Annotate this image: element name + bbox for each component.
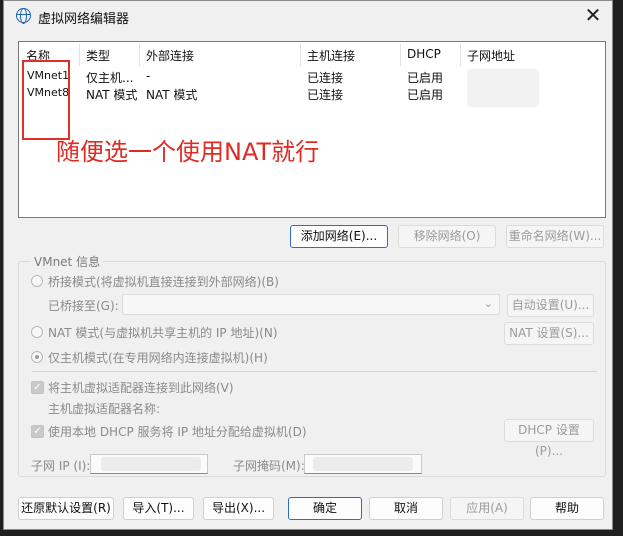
virtual-network-editor-window: 虚拟网络编辑器 ✕ 名称 类型 外部连接 主机连接 DHCP 子网地址 VMne… [3,0,613,530]
row-host: 已连接 [307,71,344,85]
annotation-text: 随便选一个使用NAT就行 [56,138,320,166]
column-header-host[interactable]: 主机连接 [307,47,355,65]
nat-mode-label: NAT 模式(与虚拟机共享主机的 IP 地址)(N) [48,326,278,340]
divider [32,371,597,372]
row-host: 已连接 [307,88,344,102]
remove-network-button[interactable]: 移除网络(O) [398,225,496,248]
redacted-subnet-addresses [467,69,539,107]
vmnet-info-title: VMnet 信息 [31,253,104,270]
host-only-mode-label: 仅主机模式(在专用网络内连接虚拟机)(H) [48,351,268,365]
bridged-to-select[interactable]: ⌄ [122,294,500,315]
background-edge [613,0,623,536]
adapter-name-label: 主机虚拟适配器名称: [48,402,161,416]
use-dhcp-label: 使用本地 DHCP 服务将 IP 地址分配给虚拟机(D) [48,425,307,439]
column-separator [460,44,461,66]
row-external: NAT 模式 [146,88,198,102]
ok-button[interactable]: 确定 [288,497,362,520]
cancel-button[interactable]: 取消 [369,497,443,520]
chevron-down-icon: ⌄ [483,297,493,310]
help-button[interactable]: 帮助 [530,497,604,520]
subnet-mask-input[interactable] [304,454,422,474]
host-only-mode-radio[interactable] [31,351,43,363]
import-button[interactable]: 导入(T)... [123,497,194,520]
row-type: NAT 模式 [86,88,138,102]
rename-network-button[interactable]: 重命名网络(W)... [506,225,604,248]
redacted-mask [313,457,413,471]
subnet-mask-label: 子网掩码(M): [233,459,305,473]
bridged-to-label: 已桥接至(G): [48,299,119,313]
column-separator [79,44,80,66]
auto-settings-button[interactable]: 自动设置(U)... [507,294,594,317]
apply-button[interactable]: 应用(A) [450,497,524,520]
window-title: 虚拟网络编辑器 [38,12,130,27]
column-separator [139,44,140,66]
connect-adapter-checkbox[interactable]: ✓ [31,381,44,394]
column-header-external[interactable]: 外部连接 [146,47,194,65]
close-button[interactable]: ✕ [582,5,604,27]
column-separator [400,44,401,66]
restore-defaults-button[interactable]: 还原默认设置(R) [18,497,114,520]
globe-icon [16,8,31,24]
row-external: - [146,69,151,83]
use-dhcp-checkbox[interactable]: ✓ [31,425,44,438]
row-type: 仅主机... [86,71,134,85]
subnet-ip-input[interactable] [90,454,208,474]
connect-adapter-label: 将主机虚拟适配器连接到此网络(V) [48,381,234,395]
annotation-highlight-box [22,60,70,140]
nat-mode-radio[interactable] [31,326,43,338]
add-network-button[interactable]: 添加网络(E)... [290,225,388,248]
column-separator [300,44,301,66]
export-button[interactable]: 导出(X)... [203,497,274,520]
title-bar: 虚拟网络编辑器 ✕ [4,1,612,31]
redacted-ip [101,457,201,471]
column-header-type[interactable]: 类型 [86,47,110,65]
row-dhcp: 已启用 [407,88,444,102]
bridge-mode-radio[interactable] [31,275,43,287]
network-list[interactable]: 名称 类型 外部连接 主机连接 DHCP 子网地址 VMnet1 仅主机... … [18,41,606,218]
subnet-ip-label: 子网 IP (I): [31,459,91,473]
column-header-subnet[interactable]: 子网地址 [467,47,515,65]
column-header-dhcp[interactable]: DHCP [407,47,441,65]
dhcp-settings-button[interactable]: DHCP 设置(P)... [504,419,594,458]
row-dhcp: 已启用 [407,71,444,85]
nat-settings-button[interactable]: NAT 设置(S)... [504,322,594,345]
bridge-mode-label: 桥接模式(将虚拟机直接连接到外部网络)(B) [48,275,279,289]
